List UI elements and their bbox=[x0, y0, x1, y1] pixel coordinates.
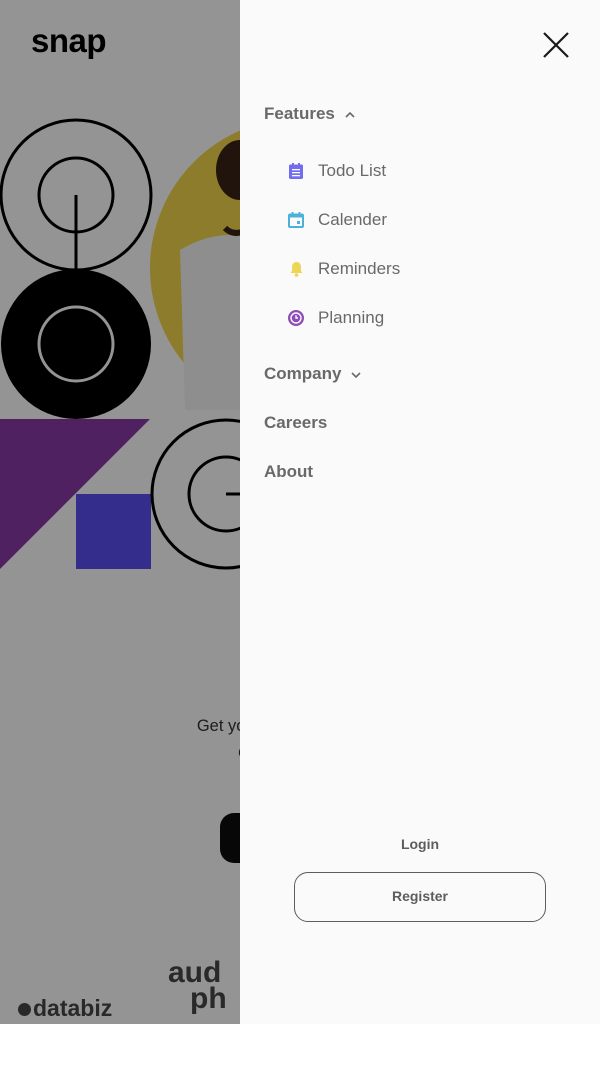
todo-icon bbox=[288, 162, 304, 179]
register-button[interactable]: Register bbox=[294, 872, 546, 922]
submenu-item-label: Reminders bbox=[318, 258, 401, 278]
features-submenu: Todo List Calender Reminders Planning bbox=[288, 146, 574, 342]
submenu-item-label: Calender bbox=[318, 209, 387, 229]
calendar-icon bbox=[288, 211, 304, 228]
planning-icon bbox=[288, 309, 304, 326]
chevron-up-icon bbox=[345, 111, 355, 118]
submenu-item-label: Todo List bbox=[318, 160, 387, 180]
bell-icon bbox=[288, 261, 304, 277]
nav-company[interactable]: Company bbox=[264, 360, 574, 388]
nav-careers[interactable]: Careers bbox=[264, 409, 574, 437]
drawer-nav: Features Todo List Calender Reminders Pl… bbox=[264, 100, 574, 486]
nav-features[interactable]: Features bbox=[264, 100, 574, 128]
submenu-item-reminders[interactable]: Reminders bbox=[288, 244, 574, 293]
nav-about[interactable]: About bbox=[264, 458, 574, 486]
submenu-item-todo-list[interactable]: Todo List bbox=[288, 146, 574, 195]
submenu-item-calender[interactable]: Calender bbox=[288, 195, 574, 244]
submenu-item-planning[interactable]: Planning bbox=[288, 293, 574, 342]
nav-company-label: Company bbox=[264, 364, 342, 383]
nav-features-label: Features bbox=[264, 104, 335, 123]
login-link[interactable]: Login bbox=[240, 836, 600, 852]
page: snap Make Get your team in sync, no m cr… bbox=[0, 0, 600, 1024]
chevron-down-icon bbox=[351, 371, 361, 378]
mobile-menu-drawer: Features Todo List Calender Reminders Pl… bbox=[240, 0, 600, 1024]
submenu-item-label: Planning bbox=[318, 307, 385, 327]
close-icon[interactable] bbox=[540, 29, 572, 61]
